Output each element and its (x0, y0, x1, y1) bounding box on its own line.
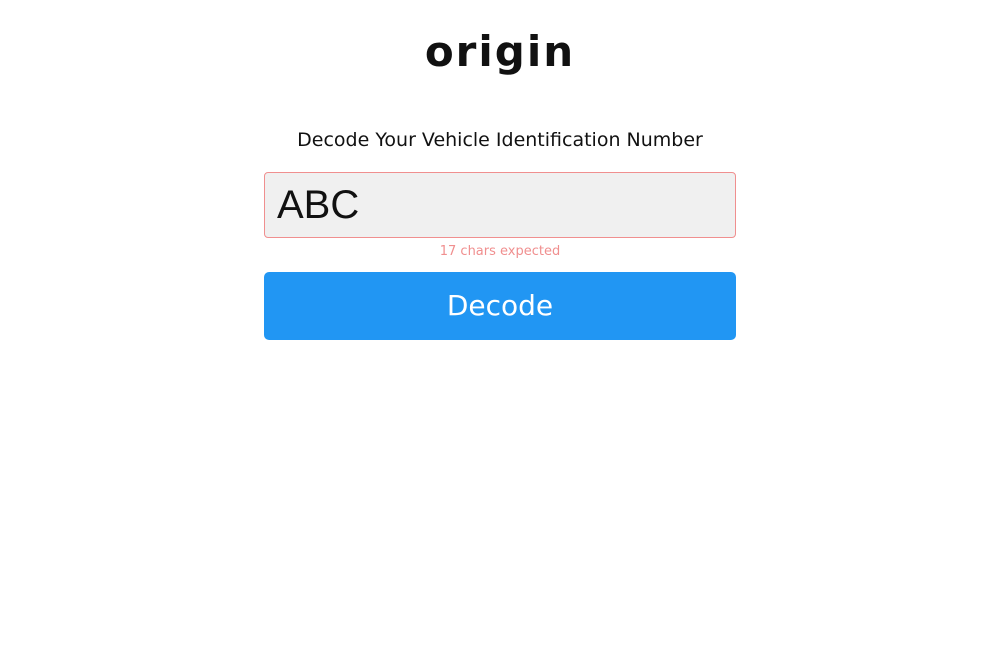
page-heading: Decode Your Vehicle Identification Numbe… (297, 129, 703, 151)
origin-logo: origin (424, 27, 576, 76)
vin-decoder-page: origin Decode Your Vehicle Identificatio… (0, 0, 1000, 660)
decode-button[interactable]: Decode (264, 272, 736, 340)
vin-error-message: 17 chars expected (439, 244, 561, 259)
vin-input[interactable] (264, 172, 736, 238)
